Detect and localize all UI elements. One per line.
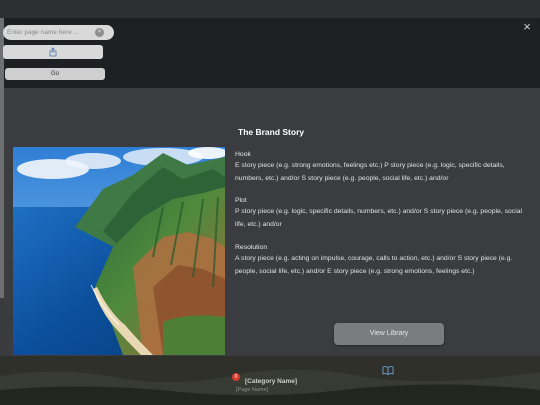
go-button[interactable]: Go xyxy=(5,68,105,80)
clear-icon[interactable]: ✕ xyxy=(95,28,104,37)
close-button[interactable]: × xyxy=(520,20,534,34)
share-button[interactable] xyxy=(3,45,103,59)
story-title: The Brand Story xyxy=(238,127,305,137)
close-icon: × xyxy=(523,19,531,34)
section-text-plot: P story piece (e.g. logic, specific deta… xyxy=(235,208,522,228)
page-name: [Page Name] xyxy=(236,387,269,393)
section-heading-hook: Hook xyxy=(235,151,251,158)
open-book-icon[interactable] xyxy=(382,366,394,375)
section-text-hook: E story piece (e.g. strong emotions, fee… xyxy=(235,162,505,182)
page-name-input[interactable] xyxy=(7,25,93,40)
screen: × ✕ Go xyxy=(0,0,540,405)
section-heading-plot: Plot xyxy=(235,197,247,204)
page-search-box: ✕ xyxy=(3,25,114,40)
top-strip xyxy=(0,0,540,18)
category-name: [Category Name] xyxy=(245,378,298,385)
section-text-resolution: A story piece (e.g. acting on impulse, c… xyxy=(235,255,513,275)
view-library-button[interactable]: View Library xyxy=(334,323,444,345)
section-heading-resolution: Resolution xyxy=(235,244,268,251)
share-icon xyxy=(49,47,57,57)
notification-badge: 0 xyxy=(232,373,240,381)
coastline-image xyxy=(13,147,225,355)
